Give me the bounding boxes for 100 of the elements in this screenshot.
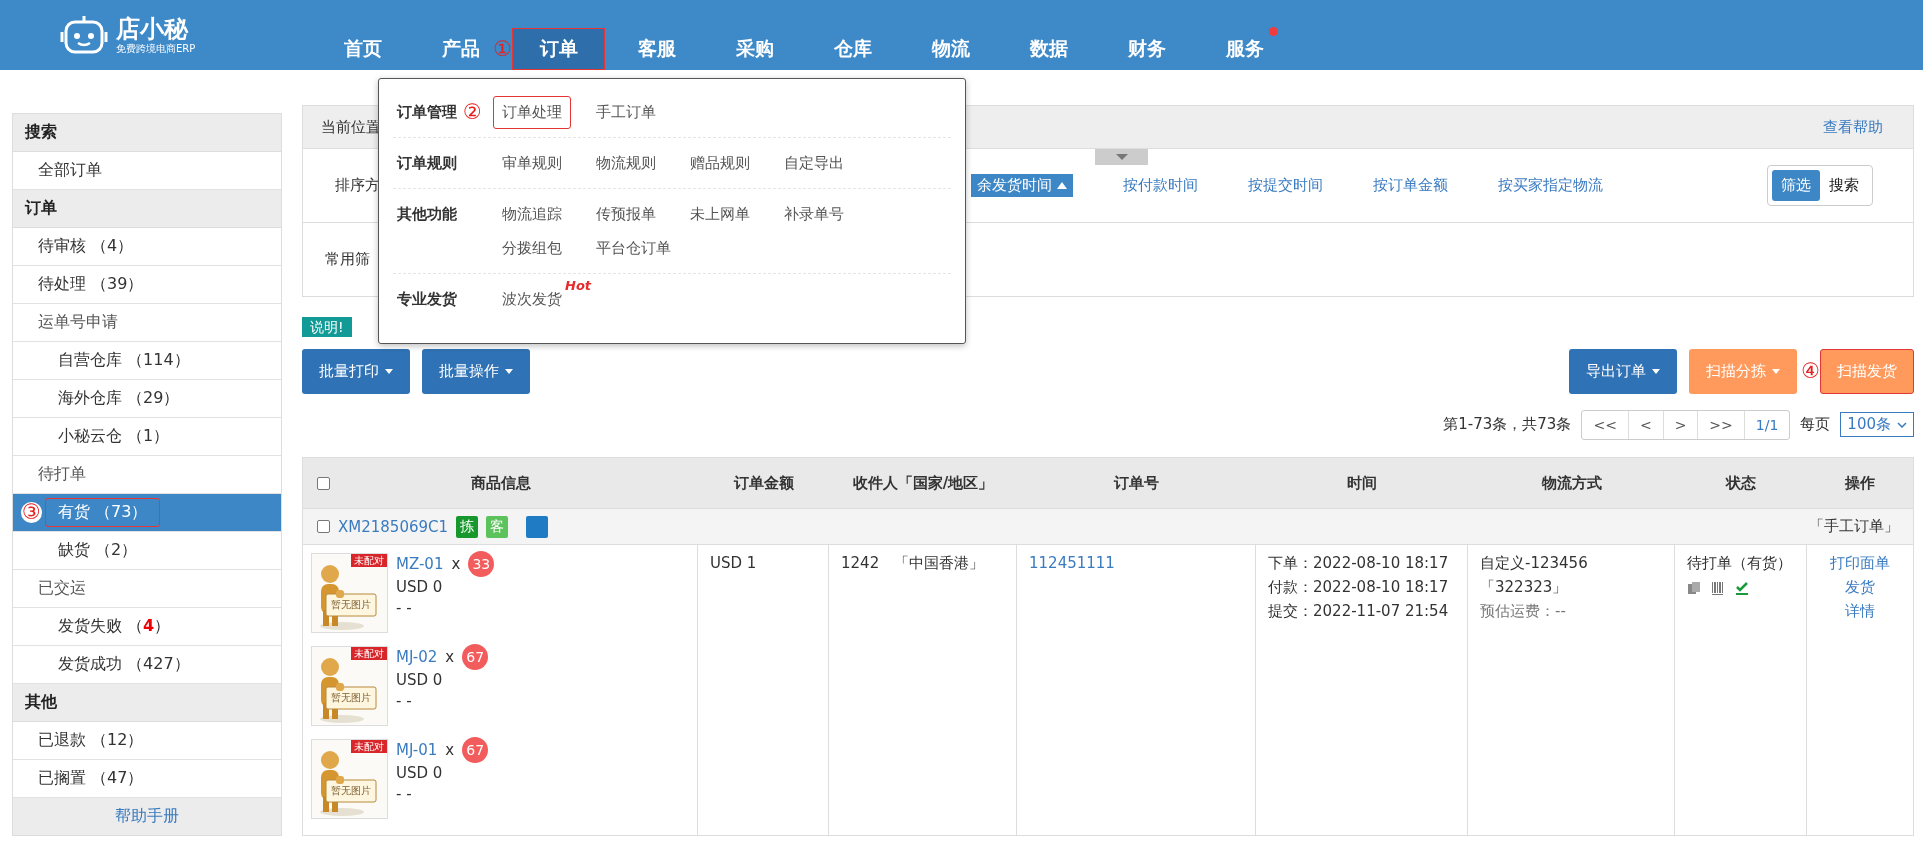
nav-tab[interactable]: 物流: [904, 28, 997, 70]
sidebar-item-label: 全部订单: [37, 159, 103, 181]
menu-item[interactable]: 物流追踪: [493, 197, 571, 231]
sidebar-item[interactable]: 自营仓库 （114）: [13, 342, 281, 380]
per-page-label: 每页: [1800, 415, 1831, 434]
nav-tab[interactable]: 首页: [316, 28, 409, 70]
notice-tag[interactable]: 说明!: [302, 317, 352, 337]
menu-item[interactable]: 审单规则: [493, 146, 571, 180]
sidebar-item[interactable]: 缺货 （2）: [13, 532, 281, 570]
column-header: 物流方式: [1541, 473, 1602, 493]
sidebar-item[interactable]: 待处理 （39）: [13, 266, 281, 304]
robot-logo-icon: [60, 14, 108, 56]
order-action-link[interactable]: 打印面单: [1830, 554, 1890, 572]
sidebar-item-label: 有货 （73）: [45, 498, 161, 527]
mode-tab[interactable]: 筛选: [1772, 170, 1820, 201]
sidebar-item-label: 发货失败 （4）: [57, 615, 172, 637]
product-price: USD 0: [396, 670, 444, 691]
sort-option[interactable]: 余发货时间: [971, 174, 1073, 197]
help-link[interactable]: 查看帮助: [1823, 117, 1883, 137]
times-sign: x: [445, 646, 455, 668]
sidebar-item[interactable]: 已交运: [13, 570, 281, 608]
menu-group-title: 订单管理: [397, 102, 457, 122]
product-note: - -: [396, 691, 413, 712]
help-manual-link[interactable]: 帮助手册: [13, 798, 281, 835]
collapse-toggle[interactable]: [1095, 149, 1148, 165]
sidebar-item[interactable]: 已退款 （12）: [13, 722, 281, 760]
sort-option[interactable]: 按付款时间: [1123, 174, 1198, 197]
order-action-link[interactable]: 详情: [1845, 602, 1875, 620]
sku-link[interactable]: MJ-02: [396, 646, 438, 668]
sidebar-item[interactable]: 小秘云仓 （1）: [13, 418, 281, 456]
nav-tab[interactable]: 客服: [610, 28, 703, 70]
no-image-caption: 暂无图片: [329, 784, 373, 798]
menu-item[interactable]: 手工订单: [587, 95, 665, 129]
sidebar-item-label: 待打单: [37, 463, 87, 485]
order-id-link[interactable]: XM2185069C1: [338, 517, 449, 536]
action-button[interactable]: 导出订单: [1569, 349, 1678, 394]
nav-tab[interactable]: 采购: [708, 28, 801, 70]
menu-item[interactable]: 分拨组包: [493, 231, 571, 265]
sidebar-heading: 订单: [13, 190, 281, 228]
pagination-button[interactable]: >: [1663, 410, 1699, 439]
column-header: 时间: [1347, 473, 1377, 493]
menu-group-title: 其他功能: [397, 204, 457, 224]
select-all-checkbox[interactable]: [317, 476, 330, 490]
order-tag: 拣: [456, 515, 479, 538]
pagination-button[interactable]: <<: [1582, 410, 1629, 439]
bulk-action-button[interactable]: 批量打印: [302, 349, 410, 394]
sidebar-item[interactable]: 待审核 （4）: [13, 228, 281, 266]
nav-tab[interactable]: 仓库: [806, 28, 899, 70]
order-checkbox[interactable]: [317, 520, 330, 533]
nav-tab[interactable]: 财务: [1100, 28, 1193, 70]
order-tag: 客: [486, 515, 509, 538]
product-price: USD 0: [396, 577, 444, 598]
pagination-button[interactable]: <: [1628, 410, 1664, 439]
menu-item[interactable]: 未上网单: [681, 197, 759, 231]
mode-tab[interactable]: 搜索: [1820, 170, 1868, 201]
sidebar-item[interactable]: 海外仓库 （29）: [13, 380, 281, 418]
menu-item[interactable]: 平台仓订单: [587, 231, 680, 265]
sidebar-item-label: 运单号申请: [37, 311, 119, 333]
nav-tab[interactable]: 订单: [512, 28, 605, 70]
menu-item[interactable]: 赠品规则: [681, 146, 759, 180]
sidebar-item[interactable]: 发货失败 （4）: [13, 608, 281, 646]
sidebar-item[interactable]: 运单号申请: [13, 304, 281, 342]
nav-tab[interactable]: 数据: [1002, 28, 1095, 70]
menu-item[interactable]: 订单处理: [493, 95, 571, 129]
sidebar-item[interactable]: ③ 有货 （73）: [13, 494, 281, 532]
sort-label: 排序方: [334, 176, 381, 195]
barcode-icon[interactable]: [1711, 581, 1725, 595]
column-header: 订单号: [1114, 473, 1159, 493]
sort-option[interactable]: 按订单金额: [1373, 174, 1448, 197]
chevron-down-icon: [1897, 421, 1907, 428]
sort-option[interactable]: 按提交时间: [1248, 174, 1323, 197]
annotation-number: ②: [463, 101, 482, 123]
per-page-select[interactable]: 100条: [1840, 412, 1914, 437]
pagination-summary: 第1-73条，共73条: [1443, 415, 1572, 434]
no-image-caption: 暂无图片: [329, 598, 373, 612]
order-source: 「手工订单」: [1809, 517, 1899, 536]
copy-icon[interactable]: [1687, 581, 1701, 595]
quantity-badge: 67: [462, 737, 489, 763]
menu-item[interactable]: 物流规则: [587, 146, 665, 180]
order-time: 下单：2022-08-10 18:17: [1268, 553, 1450, 574]
order-time: 提交：2022-11-07 21:54: [1268, 601, 1450, 622]
order-number-link[interactable]: 112451111: [1029, 554, 1115, 572]
pagination-button[interactable]: 1/1: [1744, 410, 1790, 439]
sidebar-item-label: 待审核 （4）: [37, 235, 135, 257]
column-header: 收件人「国家/地区」: [852, 473, 994, 493]
filter-label: 常用筛: [325, 250, 370, 269]
pagination-button[interactable]: >>: [1698, 410, 1745, 439]
bulk-action-button[interactable]: 批量操作: [422, 349, 530, 394]
order-amount: USD 1: [710, 554, 757, 572]
check-icon[interactable]: [1735, 581, 1749, 595]
order-status: 待打单（有货）: [1687, 553, 1793, 574]
sku-link[interactable]: MZ-01: [396, 553, 444, 575]
order-action-link[interactable]: 发货: [1845, 578, 1875, 596]
menu-item[interactable]: 自定导出: [775, 146, 853, 180]
sku-link[interactable]: MJ-01: [396, 739, 438, 761]
menu-item[interactable]: 传预报单: [587, 197, 665, 231]
unmatched-badge: 未配对: [351, 740, 387, 753]
sort-option[interactable]: 按买家指定物流: [1498, 174, 1603, 197]
menu-item[interactable]: 补录单号: [775, 197, 853, 231]
nav-tab[interactable]: 服务: [1198, 28, 1291, 70]
